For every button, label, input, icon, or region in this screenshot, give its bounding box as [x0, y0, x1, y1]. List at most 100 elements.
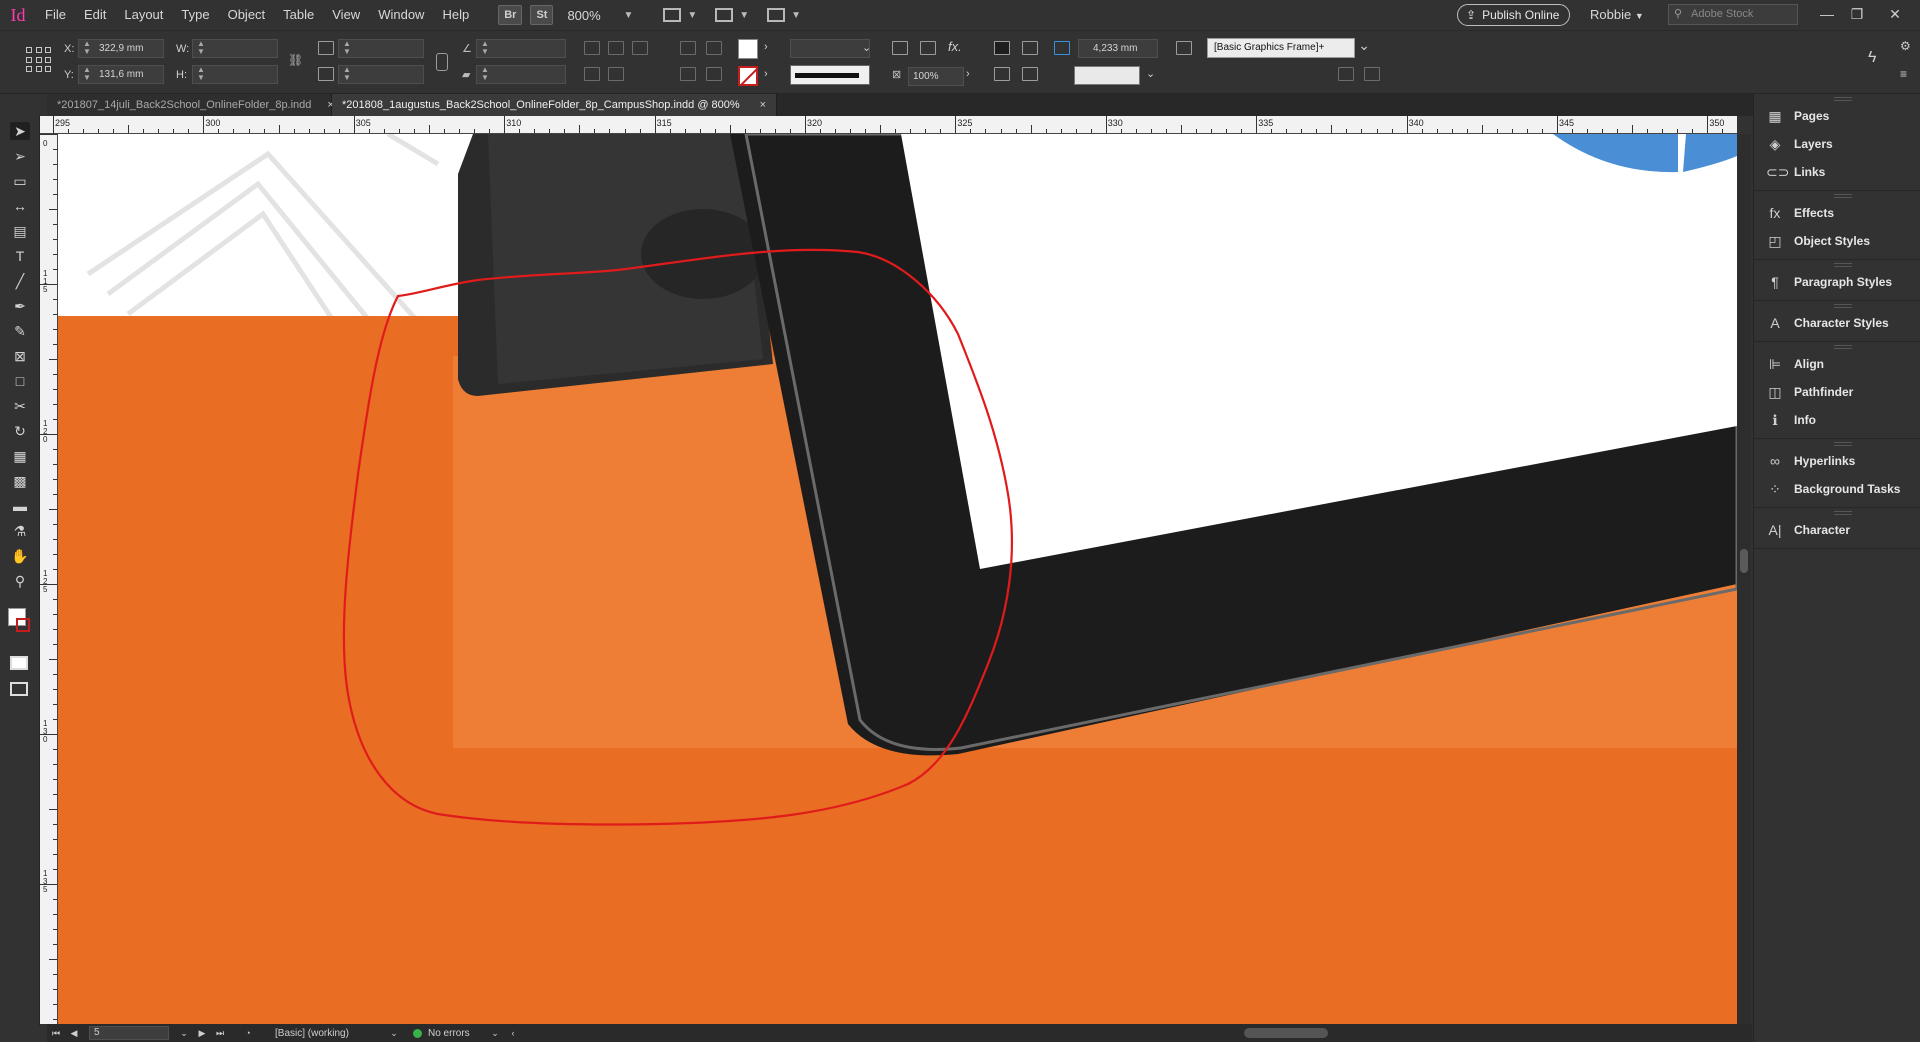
profile-chevron-icon[interactable]: ⌄ — [385, 1028, 403, 1039]
next-page-icon[interactable]: ▶ — [193, 1028, 211, 1039]
first-page-icon[interactable]: ⏮ — [47, 1028, 65, 1039]
wrap-around-icon[interactable] — [892, 41, 908, 55]
view-options-icon[interactable] — [663, 8, 682, 22]
document-tab[interactable]: *201808_1augustus_Back2School_OnlineFold… — [332, 94, 777, 133]
pen-tool-icon[interactable]: ✒ — [10, 297, 30, 315]
direct-selection-tool-icon[interactable]: ➢ — [10, 147, 30, 165]
select-previous-icon[interactable] — [680, 67, 696, 81]
panel-background-tasks[interactable]: ⁘ Background Tasks — [1754, 475, 1920, 503]
note-tool-icon[interactable]: ▬ — [10, 497, 30, 515]
menu-window[interactable]: Window — [369, 0, 433, 30]
opacity-field[interactable]: 100% — [908, 67, 964, 86]
constrain-scale-icon[interactable] — [436, 53, 448, 71]
gradient-feather-tool-icon[interactable]: ▩ — [10, 472, 30, 490]
gap-tool-icon[interactable]: ↔ — [10, 197, 30, 215]
text-wrap-none-icon[interactable] — [994, 41, 1010, 55]
y-field[interactable]: ▲ ▼ 131,6 mm — [78, 65, 164, 84]
fx-icon[interactable]: fx. — [948, 39, 962, 54]
panel-character-styles[interactable]: A Character Styles — [1754, 309, 1920, 337]
last-page-icon[interactable]: ⏭ — [211, 1028, 229, 1039]
horizontal-ruler[interactable]: 295 300 305 310 315 320 325 330 335 340 345 350 — [40, 116, 1737, 134]
publish-online-button[interactable]: ⇪ Publish Online — [1457, 4, 1571, 26]
rectangle-tool-icon[interactable]: □ — [10, 372, 30, 390]
width-field[interactable]: ▲ ▼ — [192, 39, 278, 58]
scroll-left-icon[interactable]: ‹ — [504, 1028, 522, 1038]
corner-options-icon[interactable] — [1338, 67, 1354, 81]
auto-fit-icon[interactable] — [1054, 41, 1070, 55]
panel-paragraph-styles[interactable]: ¶ Paragraph Styles — [1754, 268, 1920, 296]
settings-gear-icon[interactable]: ⚙ — [1900, 39, 1911, 53]
user-menu[interactable]: Robbie ▼ — [1590, 0, 1644, 31]
panel-character[interactable]: A| Character — [1754, 516, 1920, 544]
screen-mode-icon[interactable] — [10, 656, 28, 670]
panel-align[interactable]: ⊫ Align — [1754, 350, 1920, 378]
bridge-button[interactable]: Br — [498, 5, 523, 25]
swatch-chevron-icon[interactable]: ⌄ — [1146, 67, 1155, 80]
height-field[interactable]: ▲ ▼ — [192, 65, 278, 84]
tab-close-icon[interactable]: × — [760, 94, 766, 116]
drop-shadow-icon[interactable] — [920, 41, 936, 55]
panel-links[interactable]: ⊂⊃ Links — [1754, 158, 1920, 186]
object-style-icon[interactable] — [1176, 41, 1192, 55]
screen-mode-icon[interactable] — [715, 8, 734, 22]
text-wrap-bounding-icon[interactable] — [1022, 41, 1038, 55]
menu-object[interactable]: Object — [219, 0, 275, 30]
menu-file[interactable]: File — [36, 0, 75, 30]
object-style-dropdown[interactable]: [Basic Graphics Frame]+ — [1207, 36, 1370, 58]
content-collector-tool-icon[interactable]: ▤ — [10, 222, 30, 240]
zoom-tool-icon[interactable]: ⚲ — [10, 572, 30, 590]
page-dropdown-icon[interactable]: ⌄ — [175, 1028, 193, 1039]
stock-button[interactable]: St — [530, 5, 554, 25]
menu-view[interactable]: View — [323, 0, 369, 30]
vertical-scroll-thumb[interactable] — [1740, 549, 1748, 573]
page-artwork[interactable] — [58, 134, 1737, 1024]
adobe-stock-search[interactable]: Adobe Stock — [1668, 4, 1798, 25]
menu-edit[interactable]: Edit — [75, 0, 115, 30]
reference-point-icon[interactable] — [26, 47, 52, 73]
edit-style-icon[interactable] — [1364, 67, 1380, 81]
selection-tool-icon[interactable]: ➤ — [10, 122, 30, 140]
lightning-icon[interactable]: ϟ — [1868, 49, 1876, 67]
arrange-documents-icon[interactable] — [767, 8, 786, 22]
swatch-field[interactable] — [1074, 66, 1140, 85]
zoom-level[interactable]: 800% — [567, 8, 617, 23]
text-path-icon[interactable] — [632, 41, 648, 55]
rotate-cw-icon[interactable] — [584, 41, 600, 55]
screen-mode-chevron-icon[interactable]: ▼ — [739, 10, 749, 21]
document-tab[interactable]: *201807_14juli_Back2School_OnlineFolder_… — [47, 94, 334, 133]
fit-frame-icon[interactable] — [1022, 67, 1038, 81]
preflight-status[interactable]: No errors — [428, 1028, 486, 1039]
stroke-arrow-icon[interactable]: › — [764, 68, 768, 80]
select-container-icon[interactable] — [680, 41, 696, 55]
panel-menu-icon[interactable]: ≡ — [1900, 67, 1907, 81]
vertical-scrollbar[interactable] — [1737, 134, 1751, 1024]
zoom-chevron-icon[interactable]: ▼ — [623, 10, 633, 21]
fill-swatch[interactable] — [738, 39, 758, 59]
hand-tool-icon[interactable]: ✋ — [10, 547, 30, 565]
shear-field[interactable]: ▲ ▼ — [476, 65, 566, 84]
page-tool-icon[interactable]: ▭ — [10, 172, 30, 190]
fit-content-icon[interactable] — [994, 67, 1010, 81]
horizontal-scroll-thumb[interactable] — [1244, 1028, 1328, 1038]
constrain-proportions-icon[interactable]: ⛓ — [288, 53, 304, 67]
type-tool-icon[interactable]: T — [10, 247, 30, 265]
x-field[interactable]: ▲ ▼ 322,9 mm — [78, 39, 164, 58]
vertical-ruler[interactable]: 0 115 120 125 130 135 — [40, 134, 58, 1024]
scale-y-field[interactable]: ▲ ▼ — [338, 65, 424, 84]
stroke-weight-chevron-icon[interactable]: ⌄ — [862, 41, 871, 54]
opacity-arrow-icon[interactable]: › — [966, 68, 970, 80]
line-tool-icon[interactable]: ╱ — [10, 272, 30, 290]
gradient-swatch-tool-icon[interactable]: ▦ — [10, 447, 30, 465]
panel-info[interactable]: ℹ Info — [1754, 406, 1920, 434]
preflight-profile[interactable]: [Basic] (working) — [275, 1028, 385, 1039]
view-options-chevron-icon[interactable]: ▼ — [687, 10, 697, 21]
eyedropper-tool-icon[interactable]: ⚗ — [10, 522, 30, 540]
menu-layout[interactable]: Layout — [115, 0, 172, 30]
menu-table[interactable]: Table — [274, 0, 323, 30]
close-button[interactable]: ✕ — [1880, 0, 1910, 28]
pencil-tool-icon[interactable]: ✎ — [10, 322, 30, 340]
panel-pathfinder[interactable]: ◫ Pathfinder — [1754, 378, 1920, 406]
restore-button[interactable]: ❐ — [1842, 0, 1872, 28]
stroke-swatch[interactable] — [738, 66, 758, 86]
panel-pages[interactable]: ▦ Pages — [1754, 102, 1920, 130]
